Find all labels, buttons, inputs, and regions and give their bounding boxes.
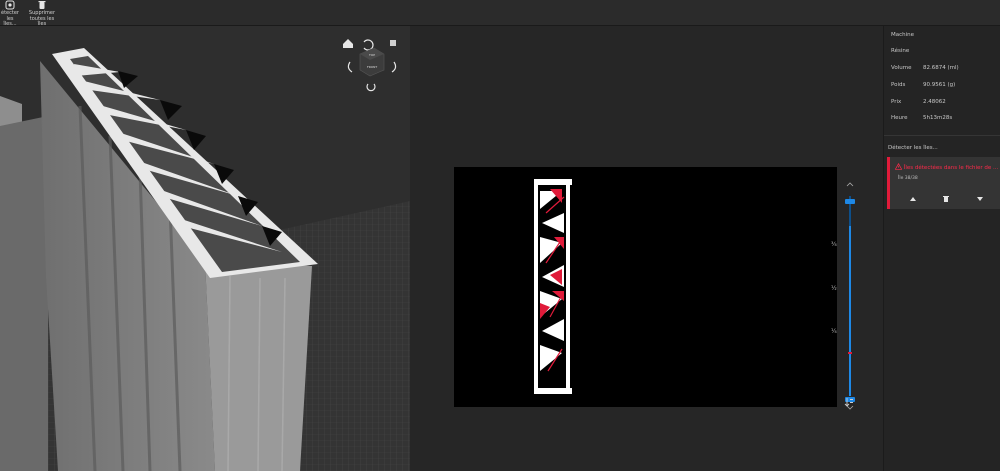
machine-label: Machine	[891, 32, 915, 38]
weight-row: Poids 90.9561 (g)	[891, 82, 955, 88]
next-island-button[interactable]	[974, 193, 986, 205]
time-row: Heure 5h13m28s	[891, 115, 952, 121]
volume-value: 82.6874 (ml)	[923, 65, 959, 71]
home-icon	[343, 39, 353, 48]
trash-icon	[943, 196, 949, 202]
svg-text:FRONT: FRONT	[367, 65, 377, 69]
rotate-left-icon	[363, 39, 374, 51]
arrow-up-icon	[910, 197, 916, 201]
remove-all-islands-button[interactable]: Supprimer toutes les îles	[25, 0, 59, 27]
layer-slider-top-handle	[845, 199, 855, 204]
rotate-down-icon	[366, 83, 376, 92]
resin-row[interactable]: Résine	[891, 48, 923, 54]
volume-row: Volume 82.6874 (ml)	[891, 65, 959, 71]
toolbar: étecter les îles... Supprimer toutes les…	[0, 0, 1000, 27]
layer-sort-icon[interactable]	[844, 397, 854, 407]
slice-preview-pane: ¾ ½ ¼	[410, 26, 883, 471]
rotate-side-left-icon	[347, 61, 353, 73]
arrow-down-icon	[977, 197, 983, 201]
price-label: Prix	[891, 99, 902, 105]
warning-icon	[894, 162, 903, 170]
3d-viewport[interactable]: TOP FRONT	[0, 26, 410, 471]
island-warning-text: Îles détectées dans le fichier de ...	[903, 165, 999, 171]
slider-mark-quarter: ¼	[831, 328, 837, 335]
island-count: Île 38/38	[898, 176, 918, 181]
info-panel: Machine Résine Volume 82.6874 (ml) Poids 9…	[883, 26, 1000, 471]
slice-layer-image	[534, 179, 572, 394]
machine-row[interactable]: Machine	[891, 32, 923, 38]
slider-mark-half: ½	[831, 285, 837, 292]
view-cube-icon	[390, 40, 396, 46]
detect-islands-icon	[5, 0, 15, 10]
detect-islands-title: Détecter les îles...	[888, 145, 938, 151]
layer-slider[interactable]	[840, 176, 870, 416]
volume-label: Volume	[891, 65, 912, 71]
resin-label: Résine	[891, 48, 910, 54]
time-label: Heure	[891, 115, 908, 121]
detect-islands-button[interactable]: étecter les îles...	[0, 0, 20, 27]
price-row: Prix 2.48062	[891, 99, 946, 105]
weight-label: Poids	[891, 82, 906, 88]
slice-canvas[interactable]	[454, 167, 837, 407]
slider-mark-three-quarters: ¾	[831, 241, 837, 248]
divider	[884, 135, 1000, 136]
delete-island-button[interactable]	[940, 193, 952, 205]
trash-icon	[38, 1, 46, 9]
navigation-cube[interactable]: TOP FRONT	[340, 32, 402, 96]
island-warning: Îles détectées dans le fichier de ...	[894, 162, 999, 171]
rotate-side-right-icon	[391, 61, 397, 73]
time-value: 5h13m28s	[923, 115, 953, 121]
previous-island-button[interactable]	[907, 193, 919, 205]
chevron-up-icon	[846, 182, 854, 187]
svg-text:TOP: TOP	[368, 53, 375, 57]
weight-value: 90.9561 (g)	[923, 82, 956, 88]
island-issue-card: Îles détectées dans le fichier de ... Îl…	[887, 157, 1000, 209]
price-value: 2.48062	[923, 99, 946, 105]
